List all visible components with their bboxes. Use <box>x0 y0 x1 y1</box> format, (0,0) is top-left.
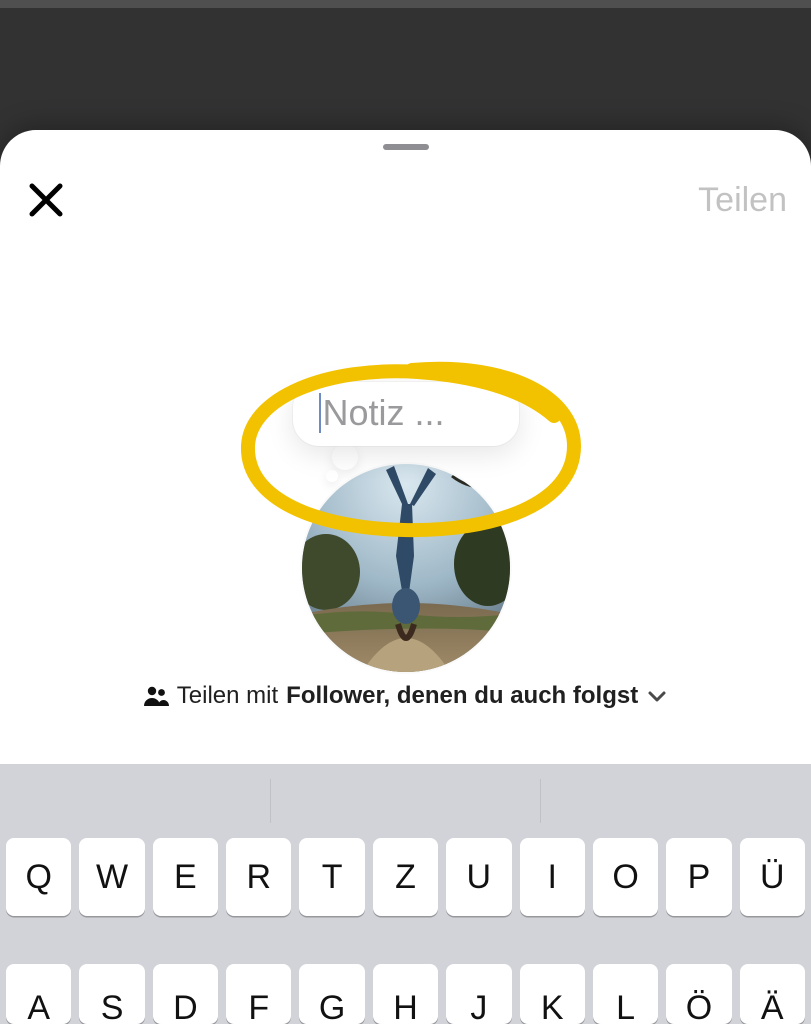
key-g[interactable]: G <box>299 964 364 1024</box>
key-oe[interactable]: Ö <box>666 964 731 1024</box>
keyboard-row-1: Q W E R T Z U I O P Ü <box>0 838 811 916</box>
share-audience: Follower, denen du auch folgst <box>286 682 638 710</box>
keyboard: Q W E R T Z U I O P Ü A S D F G H J K L … <box>0 764 811 1024</box>
key-r[interactable]: R <box>226 838 291 916</box>
key-d[interactable]: D <box>153 964 218 1024</box>
people-icon <box>143 685 169 707</box>
key-t[interactable]: T <box>299 838 364 916</box>
avatar[interactable] <box>302 464 510 672</box>
key-l[interactable]: L <box>593 964 658 1024</box>
chevron-down-icon <box>646 685 668 707</box>
keyboard-row-2: A S D F G H J K L Ö Ä <box>0 964 811 1024</box>
key-s[interactable]: S <box>79 964 144 1024</box>
key-k[interactable]: K <box>520 964 585 1024</box>
close-icon <box>24 178 68 222</box>
suggestion-divider <box>270 779 271 823</box>
share-audience-row[interactable]: Teilen mit Follower, denen du auch folgs… <box>0 682 811 710</box>
note-composer-sheet: Teilen <box>0 130 811 1024</box>
key-w[interactable]: W <box>79 838 144 916</box>
note-input[interactable] <box>323 392 493 434</box>
share-prefix: Teilen mit <box>177 682 278 710</box>
avatar-image <box>302 464 510 672</box>
key-e[interactable]: E <box>153 838 218 916</box>
text-caret <box>319 393 321 433</box>
key-p[interactable]: P <box>666 838 731 916</box>
key-u[interactable]: U <box>446 838 511 916</box>
key-q[interactable]: Q <box>6 838 71 916</box>
key-z[interactable]: Z <box>373 838 438 916</box>
key-o[interactable]: O <box>593 838 658 916</box>
key-ue[interactable]: Ü <box>740 838 805 916</box>
suggestion-divider <box>540 779 541 823</box>
keyboard-suggestion-bar[interactable] <box>0 764 811 838</box>
key-h[interactable]: H <box>373 964 438 1024</box>
key-j[interactable]: J <box>446 964 511 1024</box>
key-f[interactable]: F <box>226 964 291 1024</box>
sheet-grabber[interactable] <box>383 144 429 150</box>
compose-area <box>0 234 811 654</box>
key-ae[interactable]: Ä <box>740 964 805 1024</box>
note-bubble[interactable] <box>293 382 519 446</box>
share-button[interactable]: Teilen <box>698 181 787 220</box>
close-button[interactable] <box>24 178 68 222</box>
key-a[interactable]: A <box>6 964 71 1024</box>
avatar-container <box>302 464 510 672</box>
sheet-header: Teilen <box>0 160 811 234</box>
key-i[interactable]: I <box>520 838 585 916</box>
